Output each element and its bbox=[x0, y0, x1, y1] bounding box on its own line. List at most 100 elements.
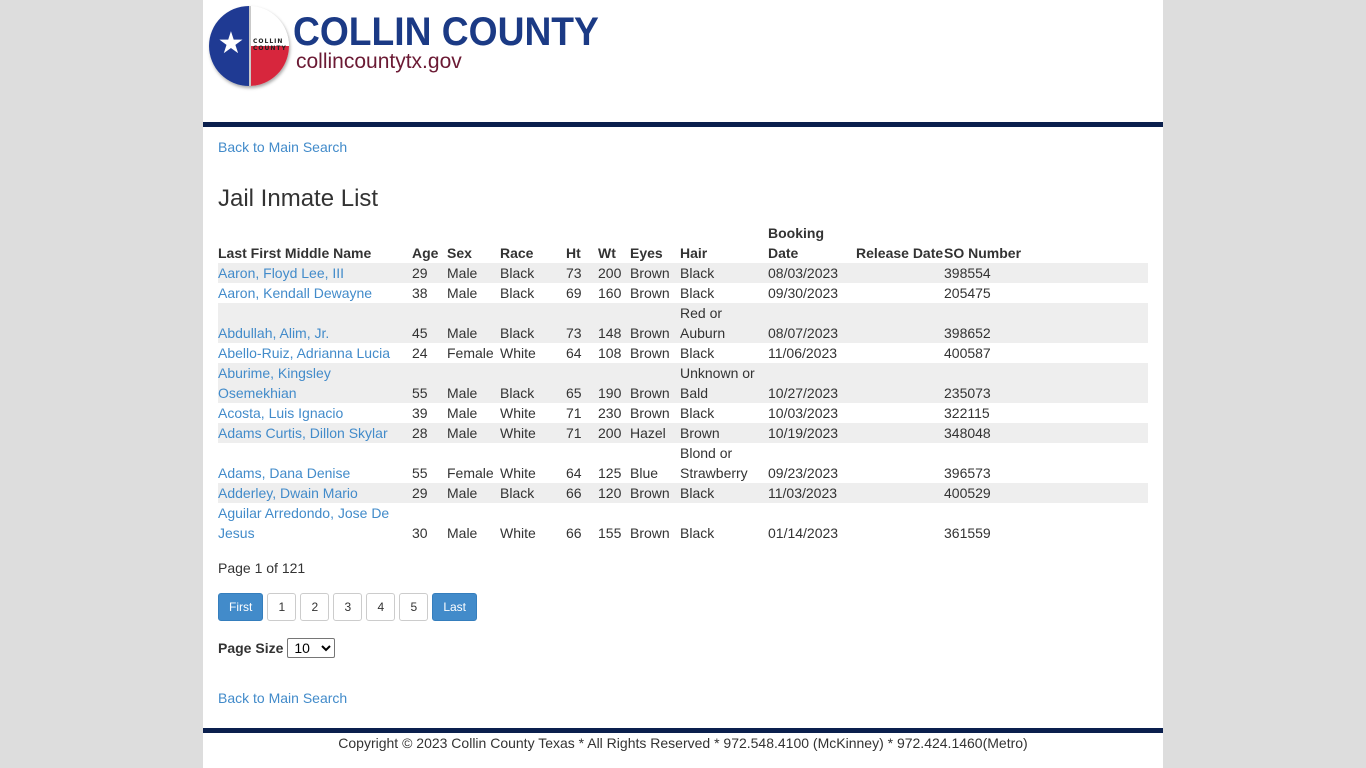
table-row: Aaron, Kendall Dewayne 38 Male Black 69 160 Br… bbox=[218, 283, 1148, 303]
last-page-button[interactable]: Last bbox=[432, 593, 478, 621]
name-cell: Adams, Dana Denise bbox=[218, 443, 412, 483]
sex-cell: Male bbox=[447, 363, 500, 403]
page-container: ★ COLLIN COUNTY COLLIN COUNTY collincoun… bbox=[203, 0, 1163, 768]
so-number-cell: 400529 bbox=[944, 483, 1148, 503]
so-number-cell: 348048 bbox=[944, 423, 1148, 443]
logo-badge-line: COUNTY bbox=[253, 45, 287, 52]
so-number-cell: 205475 bbox=[944, 285, 991, 301]
eyes-cell: Brown bbox=[630, 285, 670, 301]
eyes-cell: Brown bbox=[630, 525, 670, 541]
column-header-so-number: SO Number bbox=[944, 245, 1022, 261]
race-cell: White bbox=[500, 465, 536, 481]
page-size-label: Page Size bbox=[218, 640, 284, 656]
inmate-table: Last First Middle Name Age Sex Race Ht W… bbox=[218, 223, 1148, 543]
booking-date-cell: 10/03/2023 bbox=[768, 405, 839, 421]
logo-red-field bbox=[249, 46, 289, 86]
weight-cell: 160 bbox=[598, 285, 622, 301]
inmate-name-link[interactable]: Aaron, Kendall Dewayne bbox=[218, 285, 372, 301]
table-row: Adams Curtis, Dillon Skylar 28 Male White 71… bbox=[218, 423, 1148, 443]
column-header-race: Race bbox=[500, 245, 534, 261]
brand-title[interactable]: COLLIN COUNTY bbox=[293, 10, 599, 54]
release-date-cell bbox=[856, 263, 944, 283]
height-cell: 73 bbox=[566, 303, 598, 343]
release-date-cell bbox=[856, 443, 944, 483]
inmate-name-link[interactable]: Adams Curtis, Dillon Skylar bbox=[218, 425, 388, 441]
booking-date-cell: 10/19/2023 bbox=[768, 423, 856, 443]
table-row: Abdullah, Alim, Jr. 45 Male Black 73 148 Brown… bbox=[218, 303, 1148, 343]
hair-cell: Black bbox=[680, 263, 768, 283]
inmate-name-link[interactable]: Aguilar Arredondo, Jose De Jesus bbox=[218, 505, 389, 541]
logo-badge-line: COLLIN bbox=[253, 38, 284, 45]
weight-cell: 108 bbox=[598, 345, 622, 361]
pagination: First 1 2 3 4 5 Last bbox=[218, 593, 478, 621]
back-to-main-search-link[interactable]: Back to Main Search bbox=[218, 139, 347, 155]
column-header-hair: Hair bbox=[680, 245, 708, 261]
weight-cell: 148 bbox=[598, 303, 630, 343]
height-cell: 71 bbox=[566, 405, 582, 421]
race-cell: White bbox=[500, 345, 536, 361]
race-cell: Black bbox=[500, 285, 535, 301]
table-row: Aburime, Kingsley Osemekhian 55 Male Black 6… bbox=[218, 363, 1148, 403]
release-date-cell bbox=[856, 303, 944, 343]
so-number-cell: 361559 bbox=[944, 525, 991, 541]
release-date-cell bbox=[856, 283, 944, 303]
page-button-3[interactable]: 3 bbox=[333, 593, 363, 621]
race-cell: Black bbox=[500, 263, 566, 283]
race-cell: Black bbox=[500, 303, 566, 343]
height-cell: 66 bbox=[566, 483, 598, 503]
inmate-name-link[interactable]: Aburime, Kingsley Osemekhian bbox=[218, 365, 331, 401]
eyes-cell: Brown bbox=[630, 303, 680, 343]
eyes-cell: Brown bbox=[630, 263, 680, 283]
page-size-select[interactable]: 10 bbox=[287, 638, 336, 658]
hair-cell: Red or Auburn bbox=[680, 303, 768, 343]
page-button-5[interactable]: 5 bbox=[399, 593, 429, 621]
first-page-button[interactable]: First bbox=[218, 593, 264, 621]
booking-date-cell: 09/23/2023 bbox=[768, 465, 839, 481]
eyes-cell: Blue bbox=[630, 465, 659, 481]
sex-cell: Male bbox=[447, 263, 500, 283]
age-cell: 29 bbox=[412, 263, 447, 283]
brand-url[interactable]: collincountytx.gov bbox=[296, 50, 462, 74]
hair-cell: Black bbox=[680, 285, 715, 301]
page-button-1[interactable]: 1 bbox=[267, 593, 297, 621]
booking-date-cell: 08/03/2023 bbox=[768, 263, 856, 283]
page-button-2[interactable]: 2 bbox=[300, 593, 330, 621]
name-cell: Abello-Ruiz, Adrianna Lucia bbox=[218, 343, 412, 363]
logo-badge-text: COLLIN COUNTY bbox=[251, 38, 289, 52]
inmate-name-link[interactable]: Adams, Dana Denise bbox=[218, 465, 350, 481]
so-number-cell: 396573 bbox=[944, 465, 991, 481]
page-info: Page 1 of 121 bbox=[218, 560, 306, 576]
sex-cell: Male bbox=[447, 423, 500, 443]
inmate-name-link[interactable]: Acosta, Luis Ignacio bbox=[218, 405, 343, 421]
inmate-name-link[interactable]: Aaron, Floyd Lee, III bbox=[218, 265, 344, 281]
inmate-name-link[interactable]: Adderley, Dwain Mario bbox=[218, 485, 358, 501]
hair-cell: Unknown or Bald bbox=[680, 363, 768, 403]
back-to-main-search-link-bottom[interactable]: Back to Main Search bbox=[218, 690, 347, 706]
table-row: Aaron, Floyd Lee, III 29 Male Black 73 200 Bro… bbox=[218, 263, 1148, 283]
sex-cell: Male bbox=[447, 285, 478, 301]
height-cell: 64 bbox=[566, 465, 582, 481]
inmate-name-link[interactable]: Abello-Ruiz, Adrianna Lucia bbox=[218, 345, 390, 361]
height-cell: 71 bbox=[566, 423, 598, 443]
height-cell: 66 bbox=[566, 525, 582, 541]
release-date-cell bbox=[856, 343, 944, 363]
table-row: Aguilar Arredondo, Jose De Jesus 30 Male Wh… bbox=[218, 503, 1148, 543]
hair-cell: Black bbox=[680, 405, 715, 421]
eyes-cell: Brown bbox=[630, 483, 680, 503]
page-button-4[interactable]: 4 bbox=[366, 593, 396, 621]
sex-cell: Male bbox=[447, 525, 478, 541]
age-cell: 55 bbox=[412, 465, 428, 481]
sex-cell: Male bbox=[447, 303, 500, 343]
release-date-cell bbox=[856, 503, 944, 543]
height-cell: 64 bbox=[566, 345, 582, 361]
height-cell: 65 bbox=[566, 363, 598, 403]
height-cell: 69 bbox=[566, 285, 582, 301]
inmate-name-link[interactable]: Abdullah, Alim, Jr. bbox=[218, 325, 329, 341]
hair-cell: Black bbox=[680, 483, 768, 503]
so-number-cell: 322115 bbox=[944, 405, 990, 421]
race-cell: Black bbox=[500, 363, 566, 403]
age-cell: 45 bbox=[412, 303, 447, 343]
sex-cell: Male bbox=[447, 405, 478, 421]
booking-date-cell: 11/06/2023 bbox=[768, 345, 838, 361]
county-seal-logo[interactable]: ★ COLLIN COUNTY bbox=[209, 6, 289, 86]
